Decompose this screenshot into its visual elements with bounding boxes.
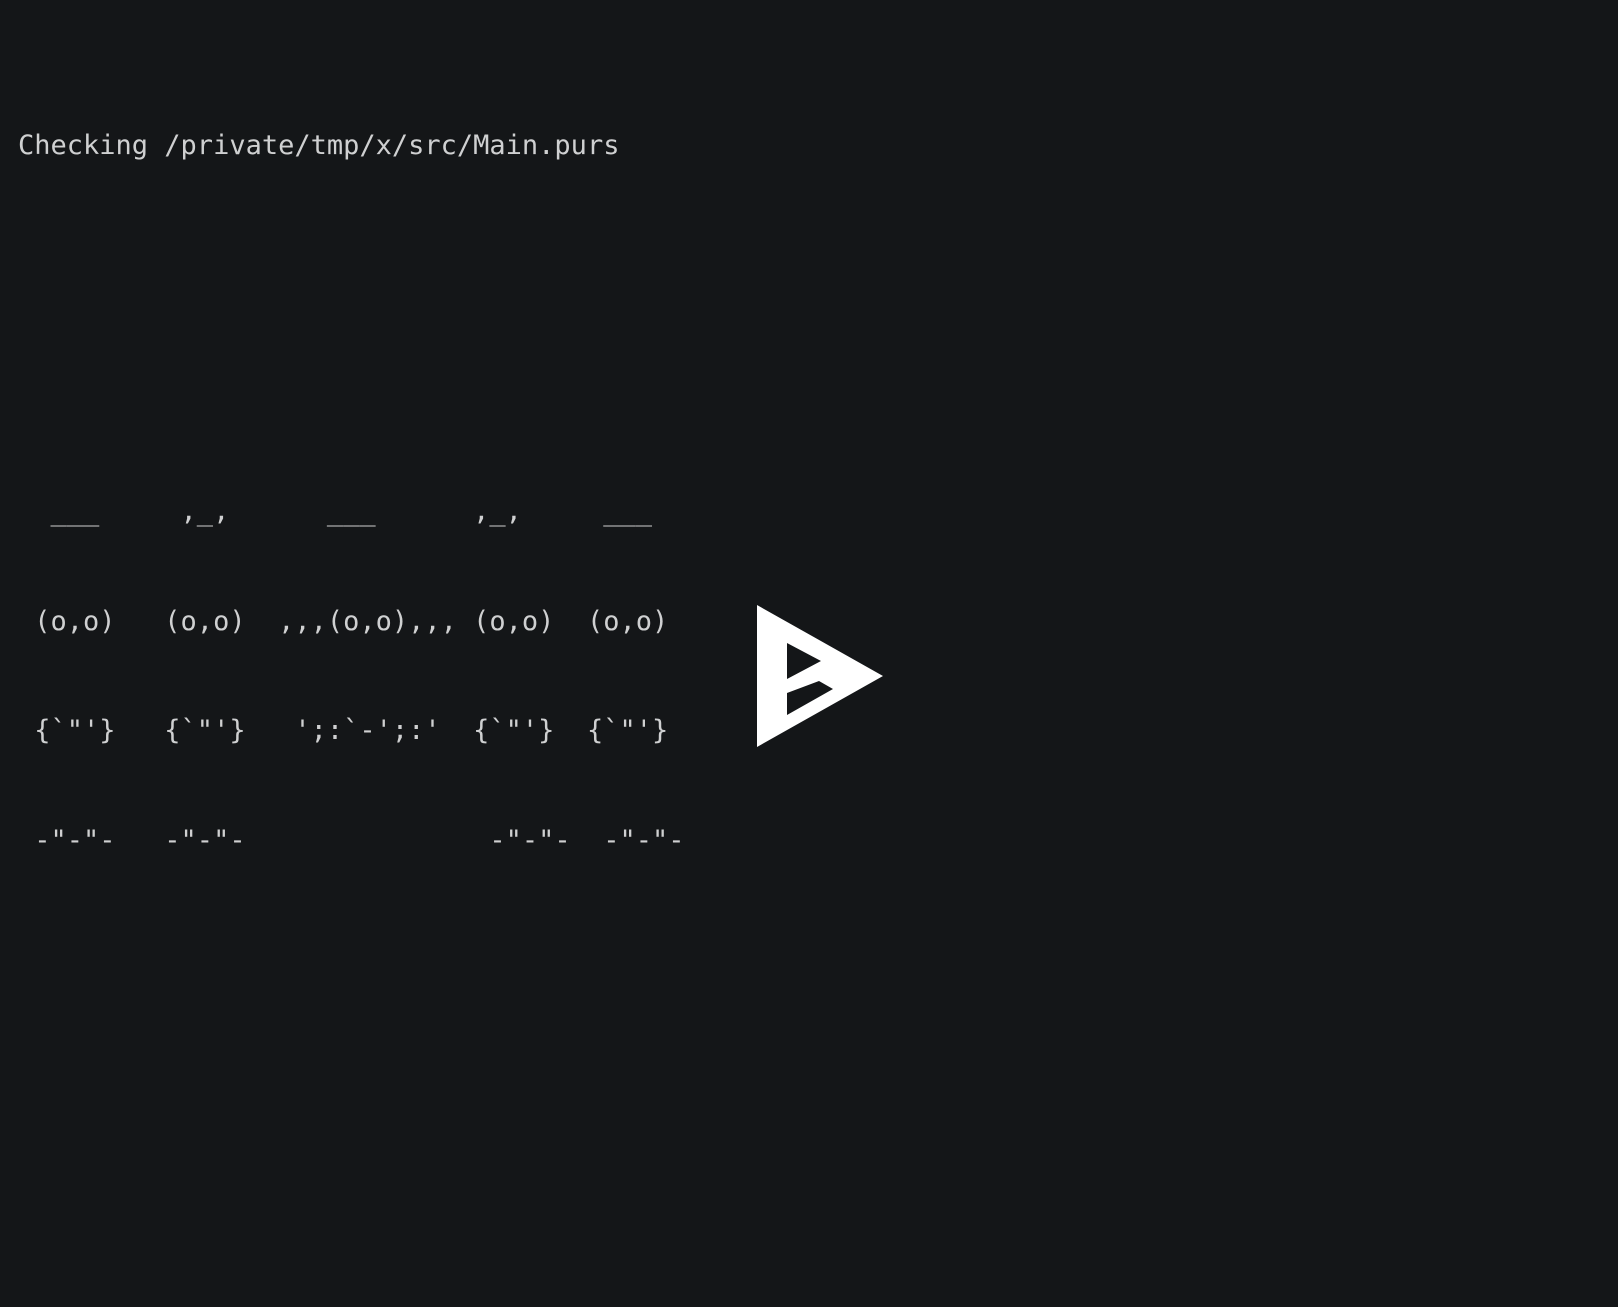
play-overlay[interactable] (0, 0, 1618, 1307)
terminal-recording-player[interactable]: Checking /private/tmp/x/src/Main.purs __… (0, 0, 1618, 1307)
play-triangle-icon[interactable] (757, 604, 883, 747)
